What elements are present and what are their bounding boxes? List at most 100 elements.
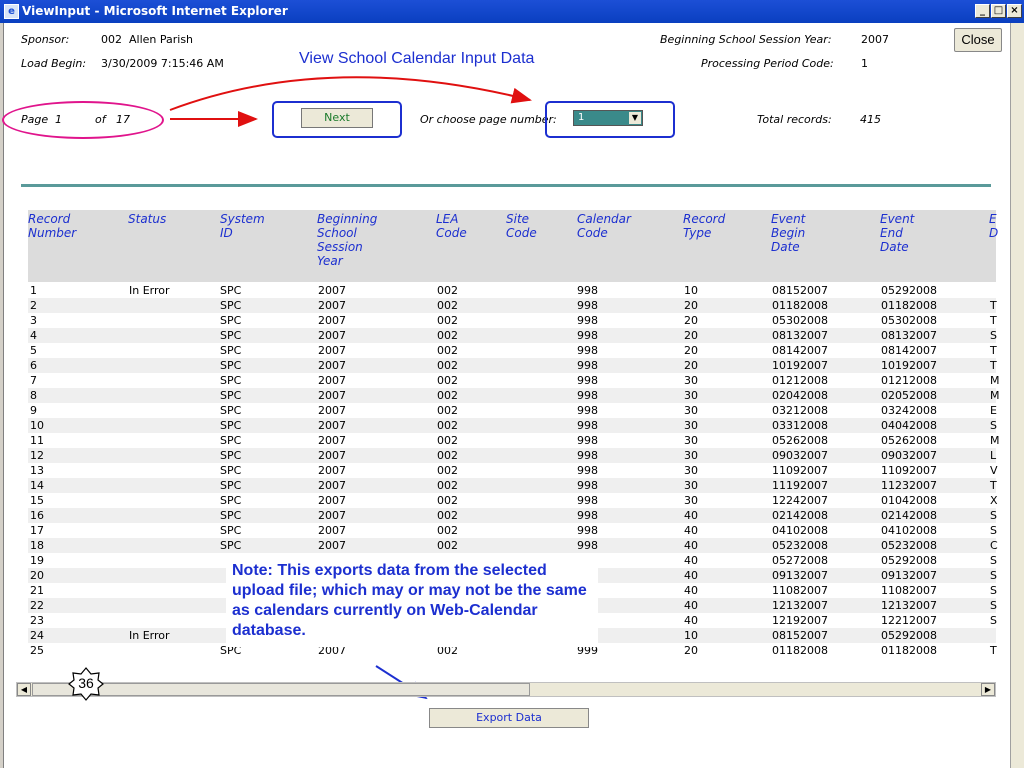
table-cell: 998: [577, 434, 598, 447]
table-row: 2 SPC 2007 002 998 20 01182008 01182008 T: [28, 298, 997, 313]
table-cell: 2007: [318, 359, 346, 372]
table-row: 10 SPC 2007 002 998 30 03312008 04042008 S: [28, 418, 997, 433]
table-cell: 2007: [318, 419, 346, 432]
table-cell: X: [990, 494, 998, 507]
col-session-year: Beginning School Session Year: [317, 212, 378, 268]
table-row: 13 SPC 2007 002 998 30 11092007 11092007 V: [28, 463, 998, 478]
table-cell: 9: [30, 404, 37, 417]
table-cell: 01182008: [772, 299, 828, 312]
table-cell: 10: [684, 284, 698, 297]
table-cell: 16: [30, 509, 44, 522]
table-cell: 002: [437, 329, 458, 342]
col-lea-code: LEA Code: [436, 212, 467, 240]
scroll-thumb[interactable]: [32, 683, 530, 696]
table-cell: S: [990, 614, 997, 627]
table-cell: 2007: [318, 494, 346, 507]
table-cell: 998: [577, 524, 598, 537]
table-cell: 08142007: [881, 344, 937, 357]
table-cell: 08152007: [772, 284, 828, 297]
export-data-button[interactable]: Export Data: [429, 708, 589, 728]
slide-number-badge: 36: [68, 667, 104, 701]
table-cell: 11082007: [881, 584, 937, 597]
table-cell: 4: [30, 329, 37, 342]
table-cell: S: [990, 569, 997, 582]
col-truncated: E D: [989, 212, 999, 240]
table-cell: 998: [577, 389, 598, 402]
table-cell: 20: [684, 644, 698, 657]
table-cell: In Error: [129, 284, 170, 297]
table-cell: 7: [30, 374, 37, 387]
horizontal-scrollbar[interactable]: ◀ ▶: [16, 682, 996, 697]
scroll-left-icon[interactable]: ◀: [17, 683, 31, 696]
table-cell: 12132007: [881, 599, 937, 612]
table-cell: 14: [30, 479, 44, 492]
table-cell: 2007: [318, 404, 346, 417]
table-cell: 03212008: [772, 404, 828, 417]
table-cell: 2: [30, 299, 37, 312]
table-cell: 08132007: [881, 329, 937, 342]
table-cell: SPC: [220, 434, 242, 447]
table-cell: SPC: [220, 329, 242, 342]
table-cell: 002: [437, 359, 458, 372]
table-cell: 05292008: [881, 554, 937, 567]
table-cell: 998: [577, 299, 598, 312]
table-cell: 08142007: [772, 344, 828, 357]
table-cell: 2007: [318, 389, 346, 402]
table-cell: 23: [30, 614, 44, 627]
table-cell: 11092007: [772, 464, 828, 477]
table-cell: 10: [684, 629, 698, 642]
table-cell: 1: [30, 284, 37, 297]
table-cell: 01182008: [881, 299, 937, 312]
table-cell: 002: [437, 419, 458, 432]
table-cell: M: [990, 389, 1000, 402]
table-row: 18 SPC 2007 002 998 40 05232008 05232008 C: [28, 538, 998, 553]
table-cell: 11082007: [772, 584, 828, 597]
table-cell: SPC: [220, 419, 242, 432]
table-cell: 2007: [318, 344, 346, 357]
table-cell: 03242008: [881, 404, 937, 417]
scroll-right-icon[interactable]: ▶: [981, 683, 995, 696]
table-cell: 05232008: [772, 539, 828, 552]
table-cell: 09032007: [772, 449, 828, 462]
table-cell: 002: [437, 374, 458, 387]
table-cell: 18: [30, 539, 44, 552]
table-cell: 30: [684, 464, 698, 477]
table-cell: 002: [437, 494, 458, 507]
table-cell: 20: [30, 569, 44, 582]
divider: [21, 184, 991, 187]
table-cell: 30: [684, 404, 698, 417]
table-cell: 30: [684, 434, 698, 447]
table-cell: 30: [684, 494, 698, 507]
table-row: 6 SPC 2007 002 998 20 10192007 10192007 T: [28, 358, 997, 373]
table-row: 1 In Error SPC 2007 002 998 10 08152007 05292008: [28, 283, 996, 298]
table-cell: 11092007: [881, 464, 937, 477]
table-cell: 40: [684, 509, 698, 522]
table-cell: SPC: [220, 374, 242, 387]
table-cell: SPC: [220, 479, 242, 492]
table-cell: 04042008: [881, 419, 937, 432]
table-cell: 05262008: [772, 434, 828, 447]
table-cell: 002: [437, 284, 458, 297]
col-site-code: Site Code: [506, 212, 537, 240]
table-cell: T: [990, 359, 997, 372]
table-cell: 20: [684, 344, 698, 357]
table-cell: 09032007: [881, 449, 937, 462]
table-cell: SPC: [220, 524, 242, 537]
table-row: 11 SPC 2007 002 998 30 05262008 05262008 M: [28, 433, 1000, 448]
table-cell: 002: [437, 449, 458, 462]
table-row: 15 SPC 2007 002 998 30 12242007 01042008 X: [28, 493, 998, 508]
table-cell: SPC: [220, 464, 242, 477]
table-cell: 2007: [318, 434, 346, 447]
table-cell: 15: [30, 494, 44, 507]
table-cell: 02042008: [772, 389, 828, 402]
table-cell: 05302008: [881, 314, 937, 327]
table-cell: 01212008: [772, 374, 828, 387]
table-cell: 20: [684, 329, 698, 342]
table-cell: 30: [684, 449, 698, 462]
table-cell: 03312008: [772, 419, 828, 432]
table-cell: 002: [437, 524, 458, 537]
table-row: 3 SPC 2007 002 998 20 05302008 05302008 T: [28, 313, 997, 328]
table-cell: 002: [437, 539, 458, 552]
table-cell: SPC: [220, 449, 242, 462]
table-cell: 998: [577, 314, 598, 327]
